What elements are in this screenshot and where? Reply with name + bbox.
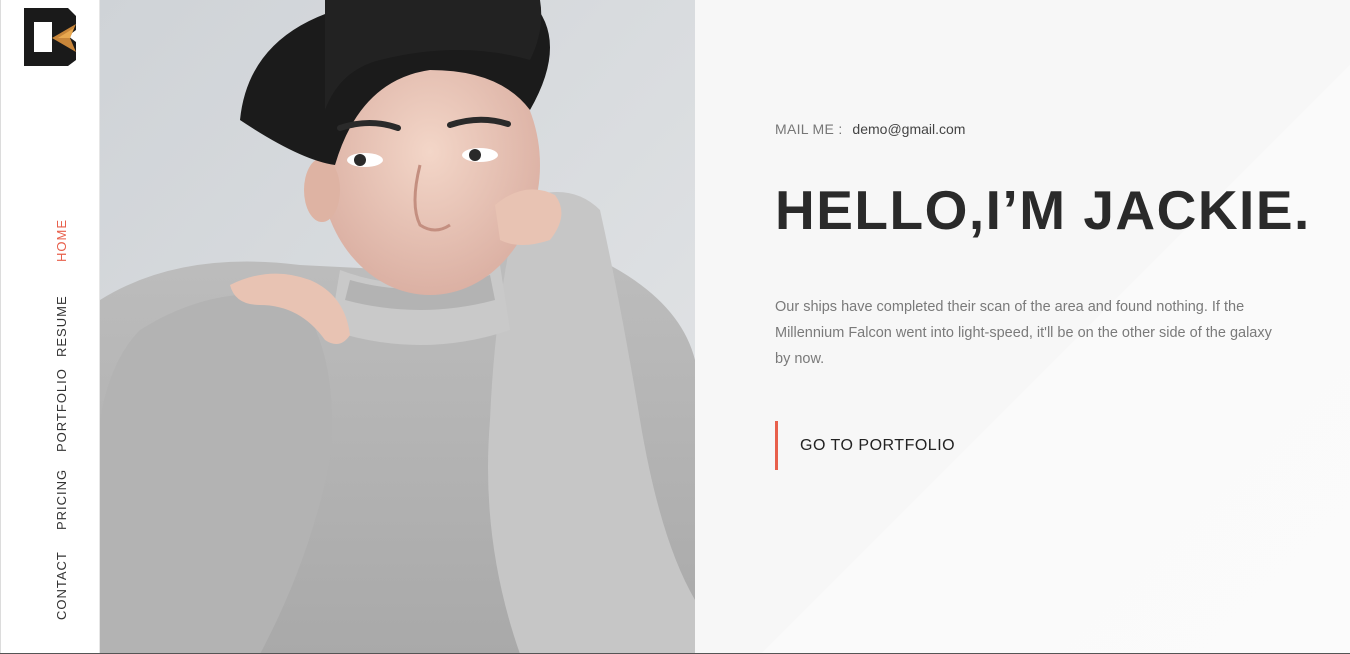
nav-item-resume[interactable]: RESUME bbox=[54, 295, 69, 357]
hero-description: Our ships have completed their scan of t… bbox=[775, 299, 1272, 367]
sidebar: HOME RESUME PORTFOLIO PRICING CONTACT bbox=[0, 0, 100, 654]
main-nav: HOME RESUME PORTFOLIO PRICING CONTACT bbox=[1, 0, 101, 654]
nav-item-contact[interactable]: CONTACT bbox=[54, 551, 69, 620]
nav-item-portfolio[interactable]: PORTFOLIO bbox=[54, 368, 69, 452]
nav-item-pricing[interactable]: PRICING bbox=[54, 469, 69, 530]
mail-label: MAIL ME : bbox=[775, 121, 843, 137]
profile-photo bbox=[100, 0, 695, 654]
mail-link[interactable]: demo@gmail.com bbox=[852, 121, 965, 137]
nav-item-home[interactable]: HOME bbox=[54, 219, 69, 262]
go-to-portfolio-button[interactable]: GO TO PORTFOLIO bbox=[775, 421, 955, 470]
mail-row: MAIL ME : demo@gmail.com bbox=[775, 121, 965, 137]
go-to-portfolio-label: GO TO PORTFOLIO bbox=[800, 436, 956, 454]
page-title: HELLO,I’M JACKIE. bbox=[775, 179, 1311, 241]
hero-section: MAIL ME : demo@gmail.com HELLO,I’M JACKI… bbox=[695, 0, 1350, 654]
